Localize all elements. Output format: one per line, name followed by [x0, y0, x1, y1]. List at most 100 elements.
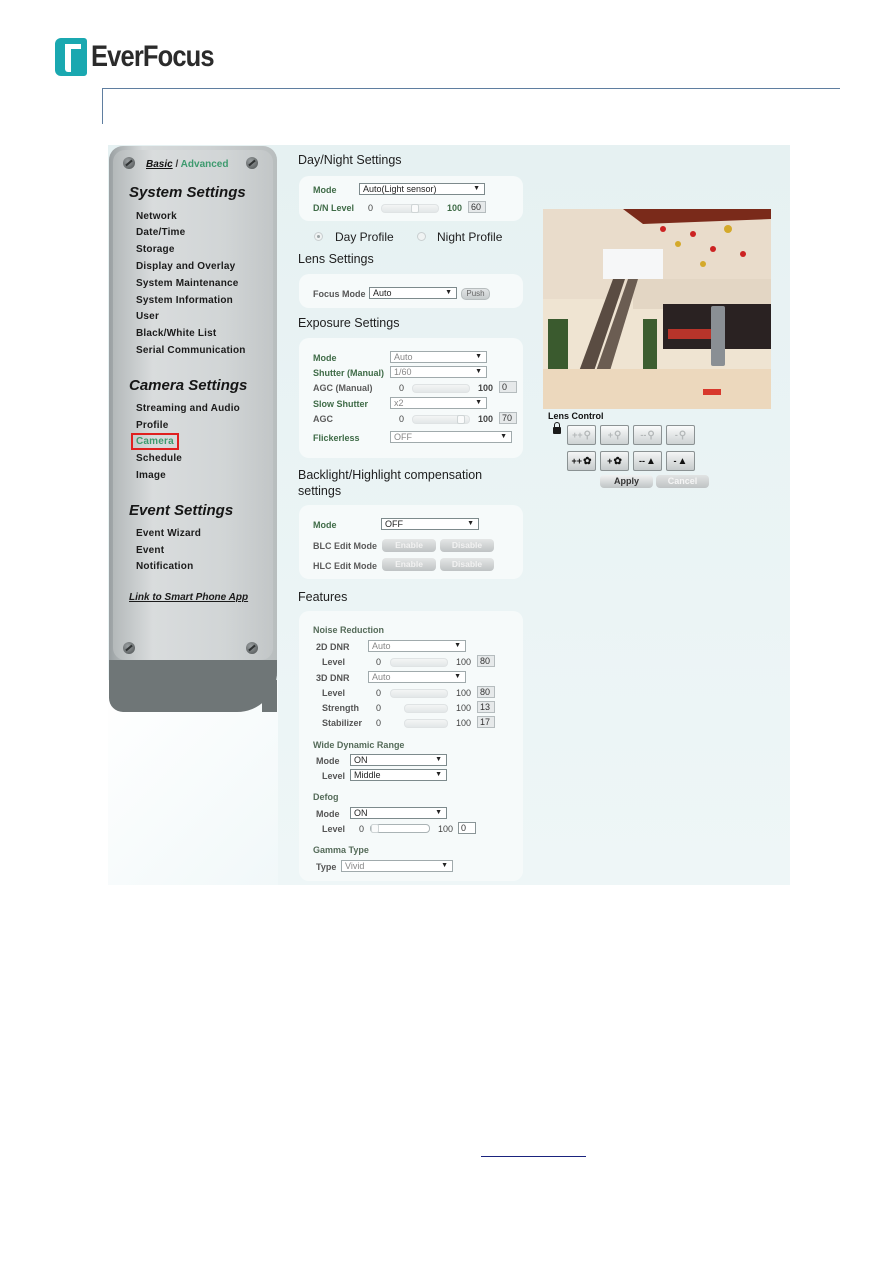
strength-max: 100 [456, 703, 472, 713]
sidebar-item-date-time[interactable]: Date/Time [136, 227, 185, 238]
dn-mode-select[interactable]: Auto(Light sensor) ▼ [359, 183, 485, 195]
dn-level-min: 0 [368, 203, 374, 213]
defog-level-slider[interactable] [370, 824, 430, 833]
sidebar-item-streaming-audio[interactable]: Streaming and Audio [136, 403, 240, 414]
wdr-level-select[interactable]: Middle ▼ [350, 769, 447, 781]
logo-text: EverFocus [91, 40, 215, 73]
strength-value[interactable]: 13 [477, 701, 495, 713]
event-settings-heading: Event Settings [129, 502, 234, 519]
dnr2d-select[interactable]: Auto ▼ [368, 640, 466, 652]
sidebar-item-serial-communication[interactable]: Serial Communication [136, 345, 246, 356]
dnr3d-level-slider[interactable] [390, 689, 448, 698]
dnr2d-level-value[interactable]: 80 [477, 655, 495, 667]
strength-label: Strength [322, 703, 359, 713]
chevron-down-icon: ▼ [475, 368, 482, 375]
slider-thumb[interactable] [457, 415, 465, 424]
everfocus-logo: EverFocus [55, 38, 235, 76]
sidebar-item-profile[interactable]: Profile [136, 420, 169, 431]
apply-button[interactable]: Apply [600, 475, 653, 488]
sidebar-item-event-wizard[interactable]: Event Wizard [136, 528, 201, 539]
focus-near-fast-button[interactable]: ++ ✿ [567, 451, 596, 471]
hlc-enable-button[interactable]: Enable [382, 558, 436, 571]
zoom-in-button[interactable]: + ⚲ [600, 425, 629, 445]
strength-slider[interactable] [404, 704, 448, 713]
focus-near-button[interactable]: + ✿ [600, 451, 629, 471]
screw-icon [246, 157, 258, 169]
agc-min: 0 [399, 414, 405, 424]
cancel-button[interactable]: Cancel [656, 475, 709, 488]
day-profile-radio[interactable] [314, 232, 323, 241]
sidebar-item-network[interactable]: Network [136, 211, 177, 222]
dnr3d-level-value[interactable]: 80 [477, 686, 495, 698]
sidebar-item-system-information[interactable]: System Information [136, 295, 233, 306]
mountain-icon: ▲ [646, 455, 656, 467]
screw-icon [246, 642, 258, 654]
dnr2d-level-slider[interactable] [390, 658, 448, 667]
dn-mode-value: Auto(Light sensor) [363, 184, 437, 194]
agc-manual-value[interactable]: 0 [499, 381, 517, 393]
sidebar-item-storage[interactable]: Storage [136, 244, 175, 255]
basic-mode-link[interactable]: Basic [146, 159, 173, 170]
hlc-disable-button[interactable]: Disable [440, 558, 494, 571]
exposure-mode-select[interactable]: Auto ▼ [390, 351, 487, 363]
dn-level-value[interactable]: 60 [468, 201, 486, 213]
stabilizer-min: 0 [376, 718, 382, 728]
camera-settings-heading: Camera Settings [129, 377, 248, 394]
shutter-manual-label: Shutter (Manual) [313, 368, 384, 378]
wdr-mode-select[interactable]: ON ▼ [350, 754, 447, 766]
advanced-mode-link[interactable]: Advanced [181, 159, 229, 170]
shutter-manual-value: 1/60 [394, 367, 412, 377]
sidebar-item-notification[interactable]: Notification [136, 561, 193, 572]
blc-enable-button[interactable]: Enable [382, 539, 436, 552]
sidebar-item-image[interactable]: Image [136, 470, 166, 481]
lens-settings-title: Lens Settings [298, 252, 374, 266]
stabilizer-slider[interactable] [404, 719, 448, 728]
stabilizer-value[interactable]: 17 [477, 716, 495, 728]
gamma-type-select[interactable]: Vivid ▼ [341, 860, 453, 872]
noise-reduction-heading: Noise Reduction [313, 625, 385, 635]
smart-phone-app-link[interactable]: Link to Smart Phone App [129, 592, 248, 603]
dnr3d-label: 3D DNR [316, 673, 350, 683]
sidebar-item-event[interactable]: Event [136, 545, 164, 556]
focus-far-button[interactable]: - ▲ [666, 451, 695, 471]
sidebar-item-camera[interactable]: Camera [131, 433, 179, 450]
blc-disable-button[interactable]: Disable [440, 539, 494, 552]
mall-preview-image [543, 209, 771, 409]
agc-value[interactable]: 70 [499, 412, 517, 424]
chevron-down-icon: ▼ [454, 642, 461, 649]
slider-thumb[interactable] [411, 204, 419, 213]
defog-mode-select[interactable]: ON ▼ [350, 807, 447, 819]
agc-manual-slider[interactable] [412, 384, 470, 393]
focus-mode-select[interactable]: Auto ▼ [369, 287, 457, 299]
sidebar-item-schedule[interactable]: Schedule [136, 453, 182, 464]
wdr-heading: Wide Dynamic Range [313, 740, 405, 750]
flickerless-select[interactable]: OFF ▼ [390, 431, 512, 443]
shutter-manual-select[interactable]: 1/60 ▼ [390, 366, 487, 378]
slow-shutter-select[interactable]: x2 ▼ [390, 397, 487, 409]
zoom-out-button[interactable]: - ⚲ [666, 425, 695, 445]
chevron-down-icon: ▼ [445, 289, 452, 296]
agc-manual-min: 0 [399, 383, 405, 393]
sidebar-item-user[interactable]: User [136, 311, 159, 322]
zoom-out-fast-button[interactable]: -- ⚲ [633, 425, 662, 445]
sidebar-item-display-overlay[interactable]: Display and Overlay [136, 261, 235, 272]
chevron-down-icon: ▼ [454, 673, 461, 680]
sidebar-item-system-maintenance[interactable]: System Maintenance [136, 278, 239, 289]
defog-level-min: 0 [359, 824, 365, 834]
defog-level-value[interactable]: 0 [458, 822, 476, 834]
focus-far-fast-button[interactable]: -- ▲ [633, 451, 662, 471]
backlight-mode-select[interactable]: OFF ▼ [381, 518, 479, 530]
lock-icon[interactable] [553, 422, 561, 434]
dn-level-slider[interactable] [381, 204, 439, 213]
agc-slider[interactable] [412, 415, 470, 424]
slider-thumb[interactable] [371, 824, 379, 833]
push-button[interactable]: Push [461, 288, 490, 300]
zoom-in-fast-button[interactable]: ++ ⚲ [567, 425, 596, 445]
chevron-down-icon: ▼ [473, 185, 480, 192]
night-profile-radio[interactable] [417, 232, 426, 241]
sidebar-item-black-white-list[interactable]: Black/White List [136, 328, 216, 339]
dnr3d-select[interactable]: Auto ▼ [368, 671, 466, 683]
zoom-in-fast-label: ++ [572, 430, 583, 440]
flickerless-label: Flickerless [313, 433, 360, 443]
footer-link-underline[interactable] [481, 1156, 586, 1157]
